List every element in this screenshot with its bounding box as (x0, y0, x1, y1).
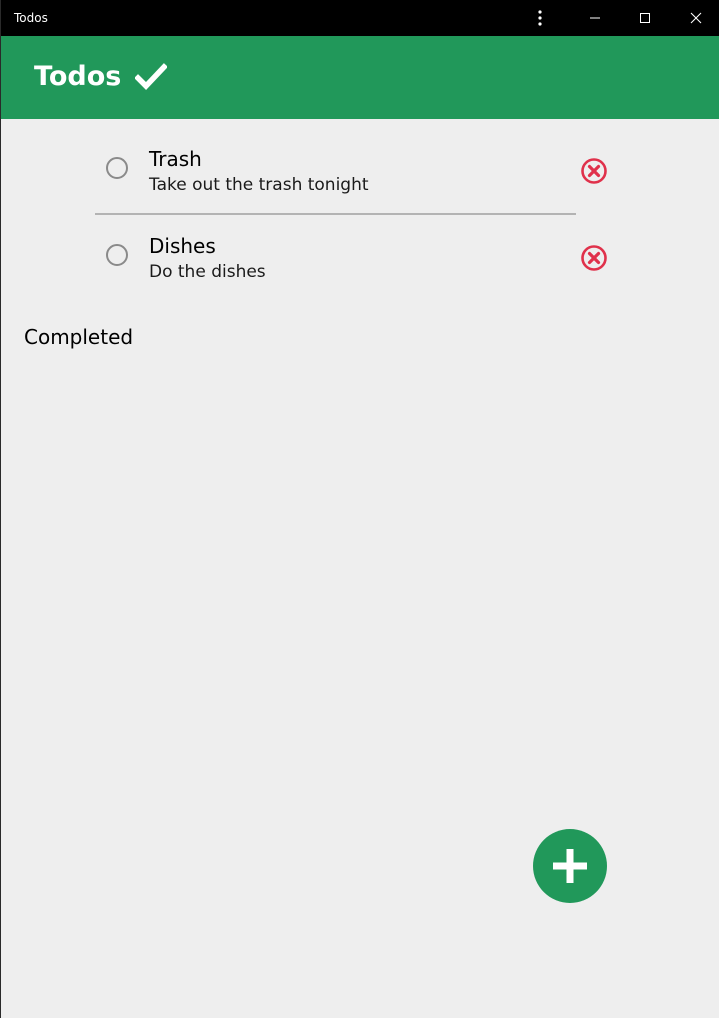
todo-description: Take out the trash tonight (149, 175, 369, 195)
todo-complete-toggle[interactable] (106, 244, 128, 266)
todo-title: Trash (149, 147, 202, 171)
app-header: Todos (1, 36, 719, 119)
delete-icon[interactable] (580, 157, 608, 185)
app-window: Todos Todos Trash Take out the trash ton… (0, 0, 719, 1018)
minimize-icon (590, 17, 600, 19)
close-icon (690, 12, 702, 24)
delete-icon[interactable] (580, 244, 608, 272)
plus-icon (553, 849, 587, 883)
more-icon (538, 10, 542, 26)
more-button[interactable] (517, 0, 563, 36)
page-title: Todos (34, 61, 122, 92)
list-divider (95, 213, 576, 215)
maximize-icon (640, 13, 650, 23)
maximize-button[interactable] (622, 0, 668, 36)
add-todo-button[interactable] (533, 829, 607, 903)
minimize-button[interactable] (572, 0, 618, 36)
completed-heading: Completed (24, 325, 134, 349)
todo-item: Dishes Do the dishes (95, 221, 615, 301)
title-bar: Todos (1, 0, 719, 36)
todo-title: Dishes (149, 234, 216, 258)
checkmark-icon (135, 63, 167, 90)
todo-complete-toggle[interactable] (106, 157, 128, 179)
todo-item: Trash Take out the trash tonight (95, 134, 615, 214)
close-button[interactable] (673, 0, 719, 36)
window-title: Todos (14, 11, 48, 25)
todo-description: Do the dishes (149, 262, 266, 282)
